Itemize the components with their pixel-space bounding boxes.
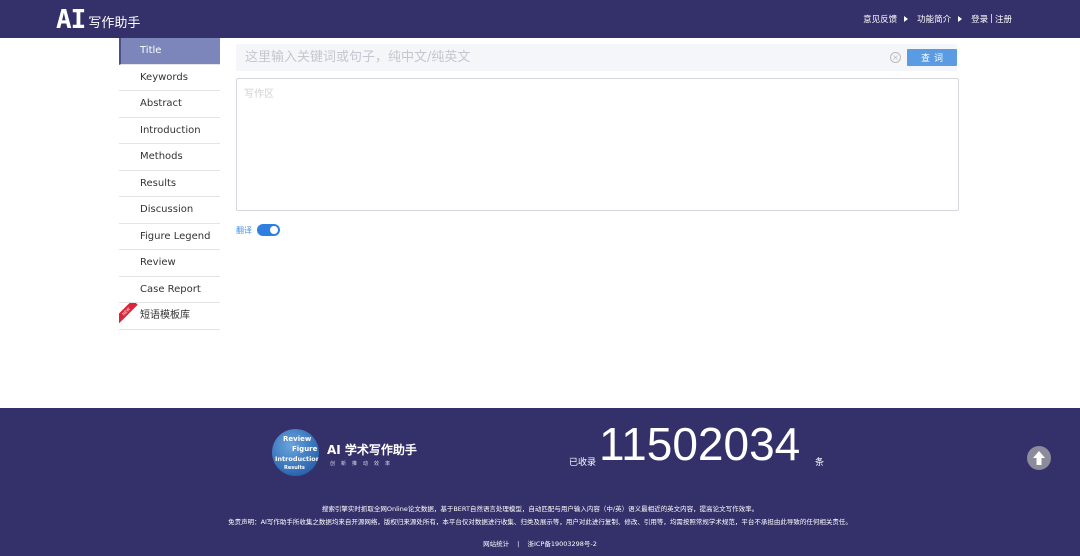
sidebar-item-abstract[interactable]: Abstract [119, 91, 220, 118]
emblem-word: Introduction [275, 455, 319, 463]
caret-right-icon [904, 16, 909, 22]
sidebar-item-phrase-library[interactable]: NEW 短语模板库 [119, 303, 220, 330]
writing-area[interactable] [236, 78, 959, 211]
count-unit: 条 [815, 458, 825, 468]
section-sidebar: Title Keywords Abstract Introduction Met… [119, 38, 220, 330]
sidebar-item-label: Title [140, 45, 162, 56]
sidebar-item-label: 短语模板库 [140, 310, 190, 321]
footer-separator: | [517, 540, 520, 548]
brand-title: AI 学术写作助手 [327, 443, 417, 457]
nav-login[interactable]: 登录 [971, 13, 988, 25]
brand-subtitle: 创新推动效率 [330, 461, 397, 467]
nav-feedback-label: 意见反馈 [863, 15, 898, 25]
search-input[interactable] [236, 44, 886, 71]
sidebar-item-keywords[interactable]: Keywords [119, 64, 220, 91]
disclaimer: 免责声明：AI写作助手所收集之数据均来自开源网络，版权归来源处所有，本平台仅对数… [228, 518, 852, 526]
nav-register[interactable]: 注册 [995, 13, 1012, 25]
sidebar-item-label: Figure Legend [140, 230, 211, 242]
sidebar-item-label: Review [140, 257, 176, 268]
translate-control: 翻译 [236, 224, 280, 236]
translate-label: 翻译 [236, 225, 252, 235]
sidebar-item-review[interactable]: Review [119, 250, 220, 277]
icp-link[interactable]: 浙ICP备19003298号-2 [527, 540, 596, 548]
emblem-word: Review [283, 435, 312, 443]
sidebar-item-discussion[interactable]: Discussion [119, 197, 220, 224]
logo-ai: AI [56, 5, 86, 35]
nav-intro[interactable]: 功能简介 [917, 13, 971, 25]
back-to-top-button[interactable] [1027, 446, 1051, 470]
site-stats-link[interactable]: 网站统计 [483, 540, 509, 548]
top-nav: 意见反馈 功能简介 登录 | 注册 [863, 0, 1012, 38]
nav-separator: | [990, 14, 993, 24]
top-header: AI 写作助手 意见反馈 功能简介 登录 | 注册 [0, 0, 1080, 38]
caret-right-icon [958, 16, 963, 22]
sidebar-item-label: Methods [140, 151, 183, 162]
brand-emblem-icon: Review Figure Introduction Results [272, 429, 319, 476]
sidebar-item-label: Introduction [140, 124, 201, 136]
sidebar-item-label: Results [140, 177, 177, 189]
emblem-word: Results [284, 465, 305, 471]
clear-circle-icon[interactable]: × [890, 52, 901, 63]
nav-feedback[interactable]: 意见反馈 [863, 13, 917, 25]
sidebar-item-title[interactable]: Title [119, 38, 220, 65]
new-badge: NEW [119, 303, 138, 324]
search-button[interactable]: 查词 [907, 49, 957, 66]
site-logo[interactable]: AI 写作助手 [56, 5, 140, 33]
sidebar-item-figure-legend[interactable]: Figure Legend [119, 223, 220, 250]
search-bar: × 查词 [236, 44, 957, 71]
sidebar-item-label: Discussion [140, 204, 194, 215]
page-footer: Review Figure Introduction Results AI 学术… [0, 408, 1080, 556]
sidebar-item-label: Abstract [140, 98, 182, 109]
sidebar-item-label: Case Report [140, 283, 201, 295]
site-description: 搜索引擎实时抓取全网Online论文数据，基于BERT自然语言处理模型，自动匹配… [321, 505, 759, 513]
count-label: 已收录 [569, 458, 597, 468]
logo-text: 写作助手 [88, 16, 141, 31]
sidebar-item-methods[interactable]: Methods [119, 144, 220, 171]
sidebar-item-introduction[interactable]: Introduction [119, 117, 220, 144]
arrow-up-icon [1033, 451, 1045, 465]
sidebar-item-label: Keywords [140, 71, 188, 83]
record-count: 11502034 [599, 418, 801, 470]
sidebar-item-results[interactable]: Results [119, 170, 220, 197]
nav-intro-label: 功能简介 [917, 15, 952, 25]
toggle-knob [270, 226, 278, 234]
translate-toggle[interactable] [257, 224, 280, 236]
footer-links: 网站统计 | 浙ICP备19003298号-2 [0, 538, 1080, 548]
emblem-word: Figure [292, 445, 318, 453]
sidebar-item-case-report[interactable]: Case Report [119, 276, 220, 303]
